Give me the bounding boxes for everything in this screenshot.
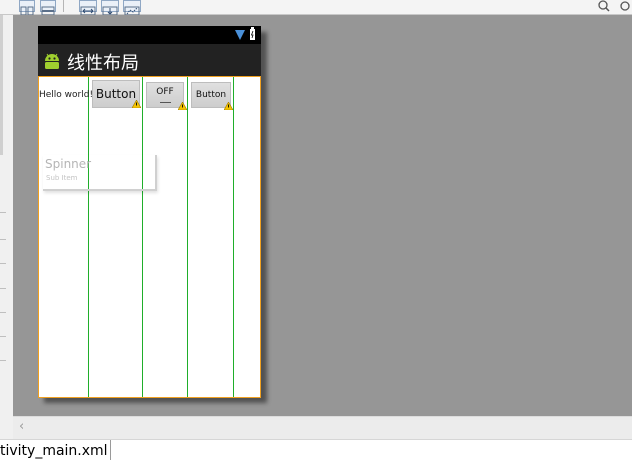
fit-width-button[interactable] xyxy=(79,0,97,16)
button-label: Button xyxy=(195,90,227,100)
fit-height-button[interactable] xyxy=(101,0,119,16)
spinner-title: Spinner xyxy=(45,157,92,171)
status-bar xyxy=(38,26,261,44)
strip-divider xyxy=(0,263,6,264)
linear-layout[interactable]: Hello world! Button OFF Button Spinner S… xyxy=(38,76,261,398)
device-preview[interactable]: 线性布局 Hello world! Button OFF Button Spin… xyxy=(38,26,261,398)
action-bar: 线性布局 xyxy=(38,44,261,76)
warning-icon xyxy=(224,102,233,110)
wifi-icon xyxy=(235,30,245,40)
strip-divider xyxy=(0,336,6,337)
warning-icon xyxy=(132,100,141,108)
layout-vertical-button[interactable] xyxy=(40,0,56,16)
strip-divider xyxy=(0,288,6,289)
spinner-subtitle: Sub Item xyxy=(46,174,78,182)
editor-tab-bar: tivity_main.xml xyxy=(0,439,632,460)
refresh-icon[interactable] xyxy=(619,0,631,12)
layout-guide-line xyxy=(233,77,234,397)
layout-toolbar xyxy=(0,0,632,16)
app-title: 线性布局 xyxy=(67,53,139,74)
battery-icon xyxy=(250,27,255,40)
left-scrollbar[interactable] xyxy=(0,15,3,155)
strip-divider xyxy=(0,212,6,213)
layout-guide-line xyxy=(88,77,89,397)
scroll-left-icon[interactable]: ‹ xyxy=(19,419,24,434)
zoom-icon[interactable] xyxy=(598,0,610,12)
spinner-widget[interactable]: Spinner Sub Item xyxy=(43,155,157,191)
strip-divider xyxy=(0,360,6,361)
android-icon xyxy=(45,53,59,69)
hello-textview[interactable]: Hello world! xyxy=(39,90,93,100)
warning-icon xyxy=(178,102,187,110)
distribute-weights-button[interactable] xyxy=(123,0,141,16)
layout-guide-line xyxy=(142,77,143,397)
tab-activity-main-xml[interactable]: tivity_main.xml xyxy=(0,440,111,460)
tab-label: tivity_main.xml xyxy=(0,443,108,459)
toolbar-separator xyxy=(63,0,64,12)
button-label: Button xyxy=(95,87,137,101)
strip-divider xyxy=(0,239,6,240)
horizontal-scrollbar[interactable]: ‹ xyxy=(13,416,632,439)
layout-guide-line xyxy=(187,77,188,397)
layout-horizontal-button[interactable] xyxy=(19,0,35,16)
toggle-label: OFF xyxy=(156,87,174,97)
toggle-indicator xyxy=(160,102,171,103)
strip-divider xyxy=(0,312,6,313)
